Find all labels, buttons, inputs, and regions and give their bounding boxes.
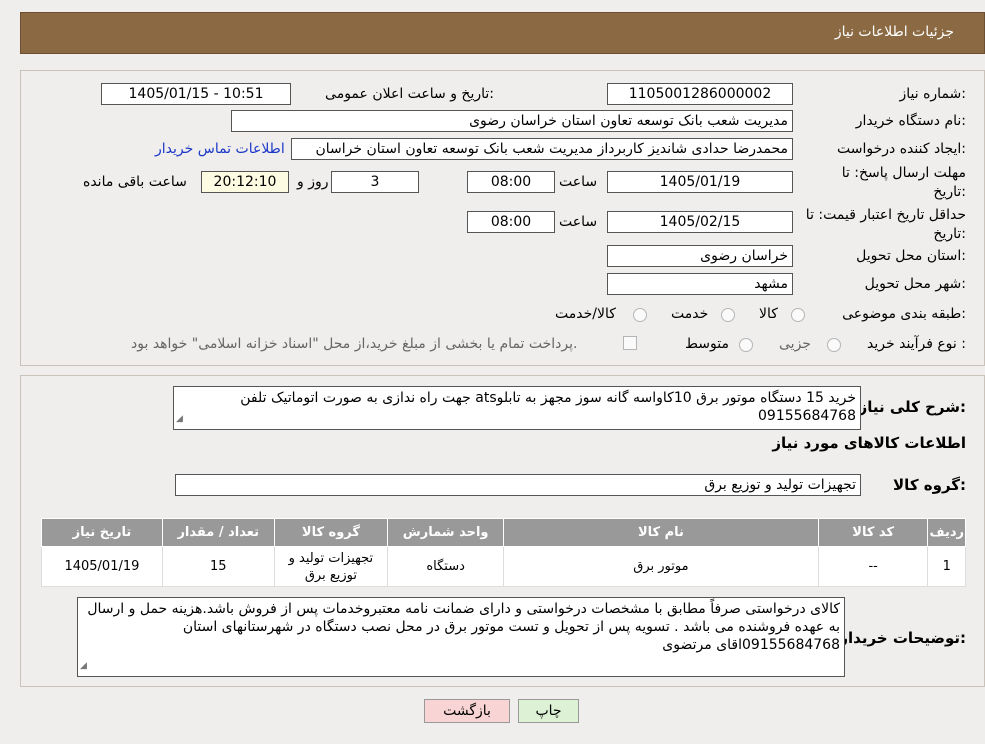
announce-datetime-field: 1405/01/15 - 10:51 <box>101 83 291 105</box>
category-label: طبقه بندی موضوعی: <box>842 306 966 322</box>
process-minor-label: جزیی <box>779 336 811 352</box>
cell-code: -- <box>817 546 929 587</box>
buyer-org-field: مدیریت شعب بانک توسعه تعاون استان خراسان… <box>231 110 793 132</box>
province-field: خراسان رضوی <box>607 245 793 267</box>
deadline-time-field: 08:00 <box>467 171 555 193</box>
goods-group-field: تجهیزات تولید و توزیع برق <box>175 474 861 496</box>
cell-unit: دستگاه <box>387 546 505 587</box>
resize-handle-icon[interactable]: ◢ <box>80 657 87 675</box>
col-date: تاریخ نیاز <box>41 518 163 547</box>
category-goods-label: کالا <box>759 306 778 322</box>
treasury-checkbox[interactable] <box>623 336 637 350</box>
table-row: 1 -- موتور برق دستگاه تجهیزات تولید و تو… <box>41 546 966 587</box>
cell-qty: 15 <box>161 546 275 587</box>
category-goods-radio[interactable] <box>791 308 805 322</box>
remaining-label: ساعت باقی مانده <box>83 174 187 190</box>
cell-date: 1405/01/19 <box>41 546 163 587</box>
buyer-notes-content: کالای درخواستی صرفاً مطابق با مشخصات درخ… <box>87 601 840 653</box>
goods-table-header: ردیف کد کالا نام کالا واحد شمارش گروه کا… <box>41 518 966 547</box>
validity-label-1: حداقل تاریخ اعتبار قیمت: تا <box>805 207 966 223</box>
category-both-label: کالا/خدمت <box>555 306 616 322</box>
col-code: کد کالا <box>817 518 929 547</box>
validity-time-label: ساعت <box>559 214 598 230</box>
goods-group-label: گروه کالا: <box>893 476 966 494</box>
validity-label-2: تاریخ: <box>933 226 966 242</box>
description-text: خرید 15 دستگاه موتور برق 10کاواسه گانه س… <box>173 386 861 430</box>
description-panel: شرح کلی نیاز: خرید 15 دستگاه موتور برق 1… <box>20 375 985 687</box>
category-service-radio[interactable] <box>721 308 735 322</box>
validity-date-field: 1405/02/15 <box>607 211 793 233</box>
buyer-contact-link[interactable]: اطلاعات تماس خریدار <box>155 141 285 157</box>
need-number-field: 1105001286000002 <box>607 83 793 105</box>
process-label: نوع فرآیند خرید : <box>867 336 966 352</box>
buyer-org-label: نام دستگاه خریدار: <box>855 113 966 129</box>
col-row: ردیف <box>927 518 966 547</box>
remaining-time-field: 20:12:10 <box>201 171 289 193</box>
creator-label: ایجاد کننده درخواست: <box>837 141 966 157</box>
treasury-note: پرداخت تمام یا بخشی از مبلغ خرید،از محل … <box>131 336 578 352</box>
print-button[interactable]: چاپ <box>518 699 579 723</box>
col-unit: واحد شمارش <box>387 518 505 547</box>
need-info-panel: شماره نیاز: 1105001286000002 تاریخ و ساع… <box>20 70 985 366</box>
process-medium-label: متوسط <box>685 336 729 352</box>
buyer-notes-text: کالای درخواستی صرفاً مطابق با مشخصات درخ… <box>77 597 845 677</box>
buyer-notes-label: توضیحات خریدار: <box>839 629 966 647</box>
city-field: مشهد <box>607 273 793 295</box>
goods-section-title: اطلاعات کالاهای مورد نیاز <box>772 434 966 452</box>
col-group: گروه کالا <box>273 518 389 547</box>
cell-name: موتور برق <box>503 546 819 587</box>
description-content: خرید 15 دستگاه موتور برق 10کاواسه گانه س… <box>240 390 856 424</box>
col-qty: تعداد / مقدار <box>161 518 275 547</box>
need-number-label: شماره نیاز: <box>899 86 966 102</box>
deadline-date-field: 1405/01/19 <box>607 171 793 193</box>
category-service-label: خدمت <box>671 306 709 322</box>
cell-group: تجهیزات تولید و توزیع برق <box>273 546 389 587</box>
validity-time-field: 08:00 <box>467 211 555 233</box>
city-label: شهر محل تحویل: <box>864 276 966 292</box>
announce-label: تاریخ و ساعت اعلان عمومی: <box>325 86 494 102</box>
province-label: استان محل تحویل: <box>856 248 966 264</box>
days-field: 3 <box>331 171 419 193</box>
page-header: جزئیات اطلاعات نیاز <box>20 12 985 54</box>
creator-field: محمدرضا حدادی شاندیز کاربرداز مدیریت شعب… <box>291 138 793 160</box>
back-button[interactable]: بازگشت <box>424 699 510 723</box>
days-label: روز و <box>297 174 329 190</box>
resize-handle-icon[interactable]: ◢ <box>176 410 183 428</box>
deadline-time-label: ساعت <box>559 174 598 190</box>
col-name: نام کالا <box>503 518 819 547</box>
process-medium-radio[interactable] <box>739 338 753 352</box>
goods-table: ردیف کد کالا نام کالا واحد شمارش گروه کا… <box>41 518 966 587</box>
deadline-label-1: مهلت ارسال پاسخ: تا <box>841 165 966 181</box>
description-label: شرح کلی نیاز: <box>858 398 966 416</box>
page-title: جزئیات اطلاعات نیاز <box>834 24 954 40</box>
deadline-label-2: تاریخ: <box>933 184 966 200</box>
cell-row: 1 <box>927 546 966 587</box>
process-minor-radio[interactable] <box>827 338 841 352</box>
category-both-radio[interactable] <box>633 308 647 322</box>
